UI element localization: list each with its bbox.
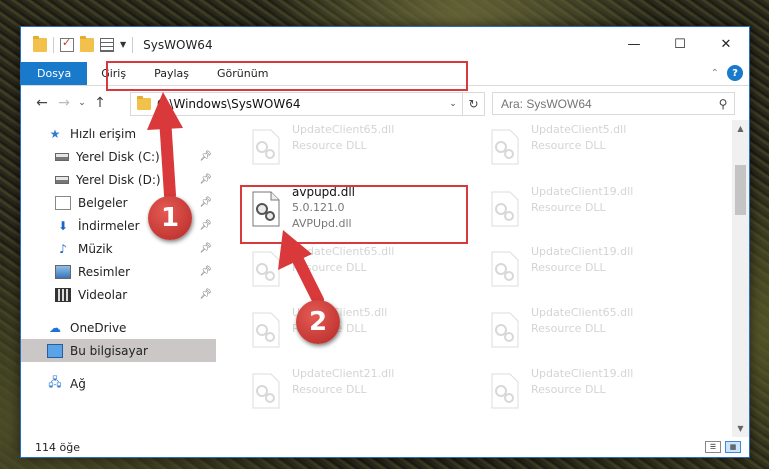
annotation-arrows (147, 92, 324, 306)
step-2-badge: 2 (296, 300, 340, 344)
step-1-badge: 1 (148, 196, 192, 240)
arrow-2 (278, 230, 324, 306)
arrow-1 (147, 92, 183, 201)
